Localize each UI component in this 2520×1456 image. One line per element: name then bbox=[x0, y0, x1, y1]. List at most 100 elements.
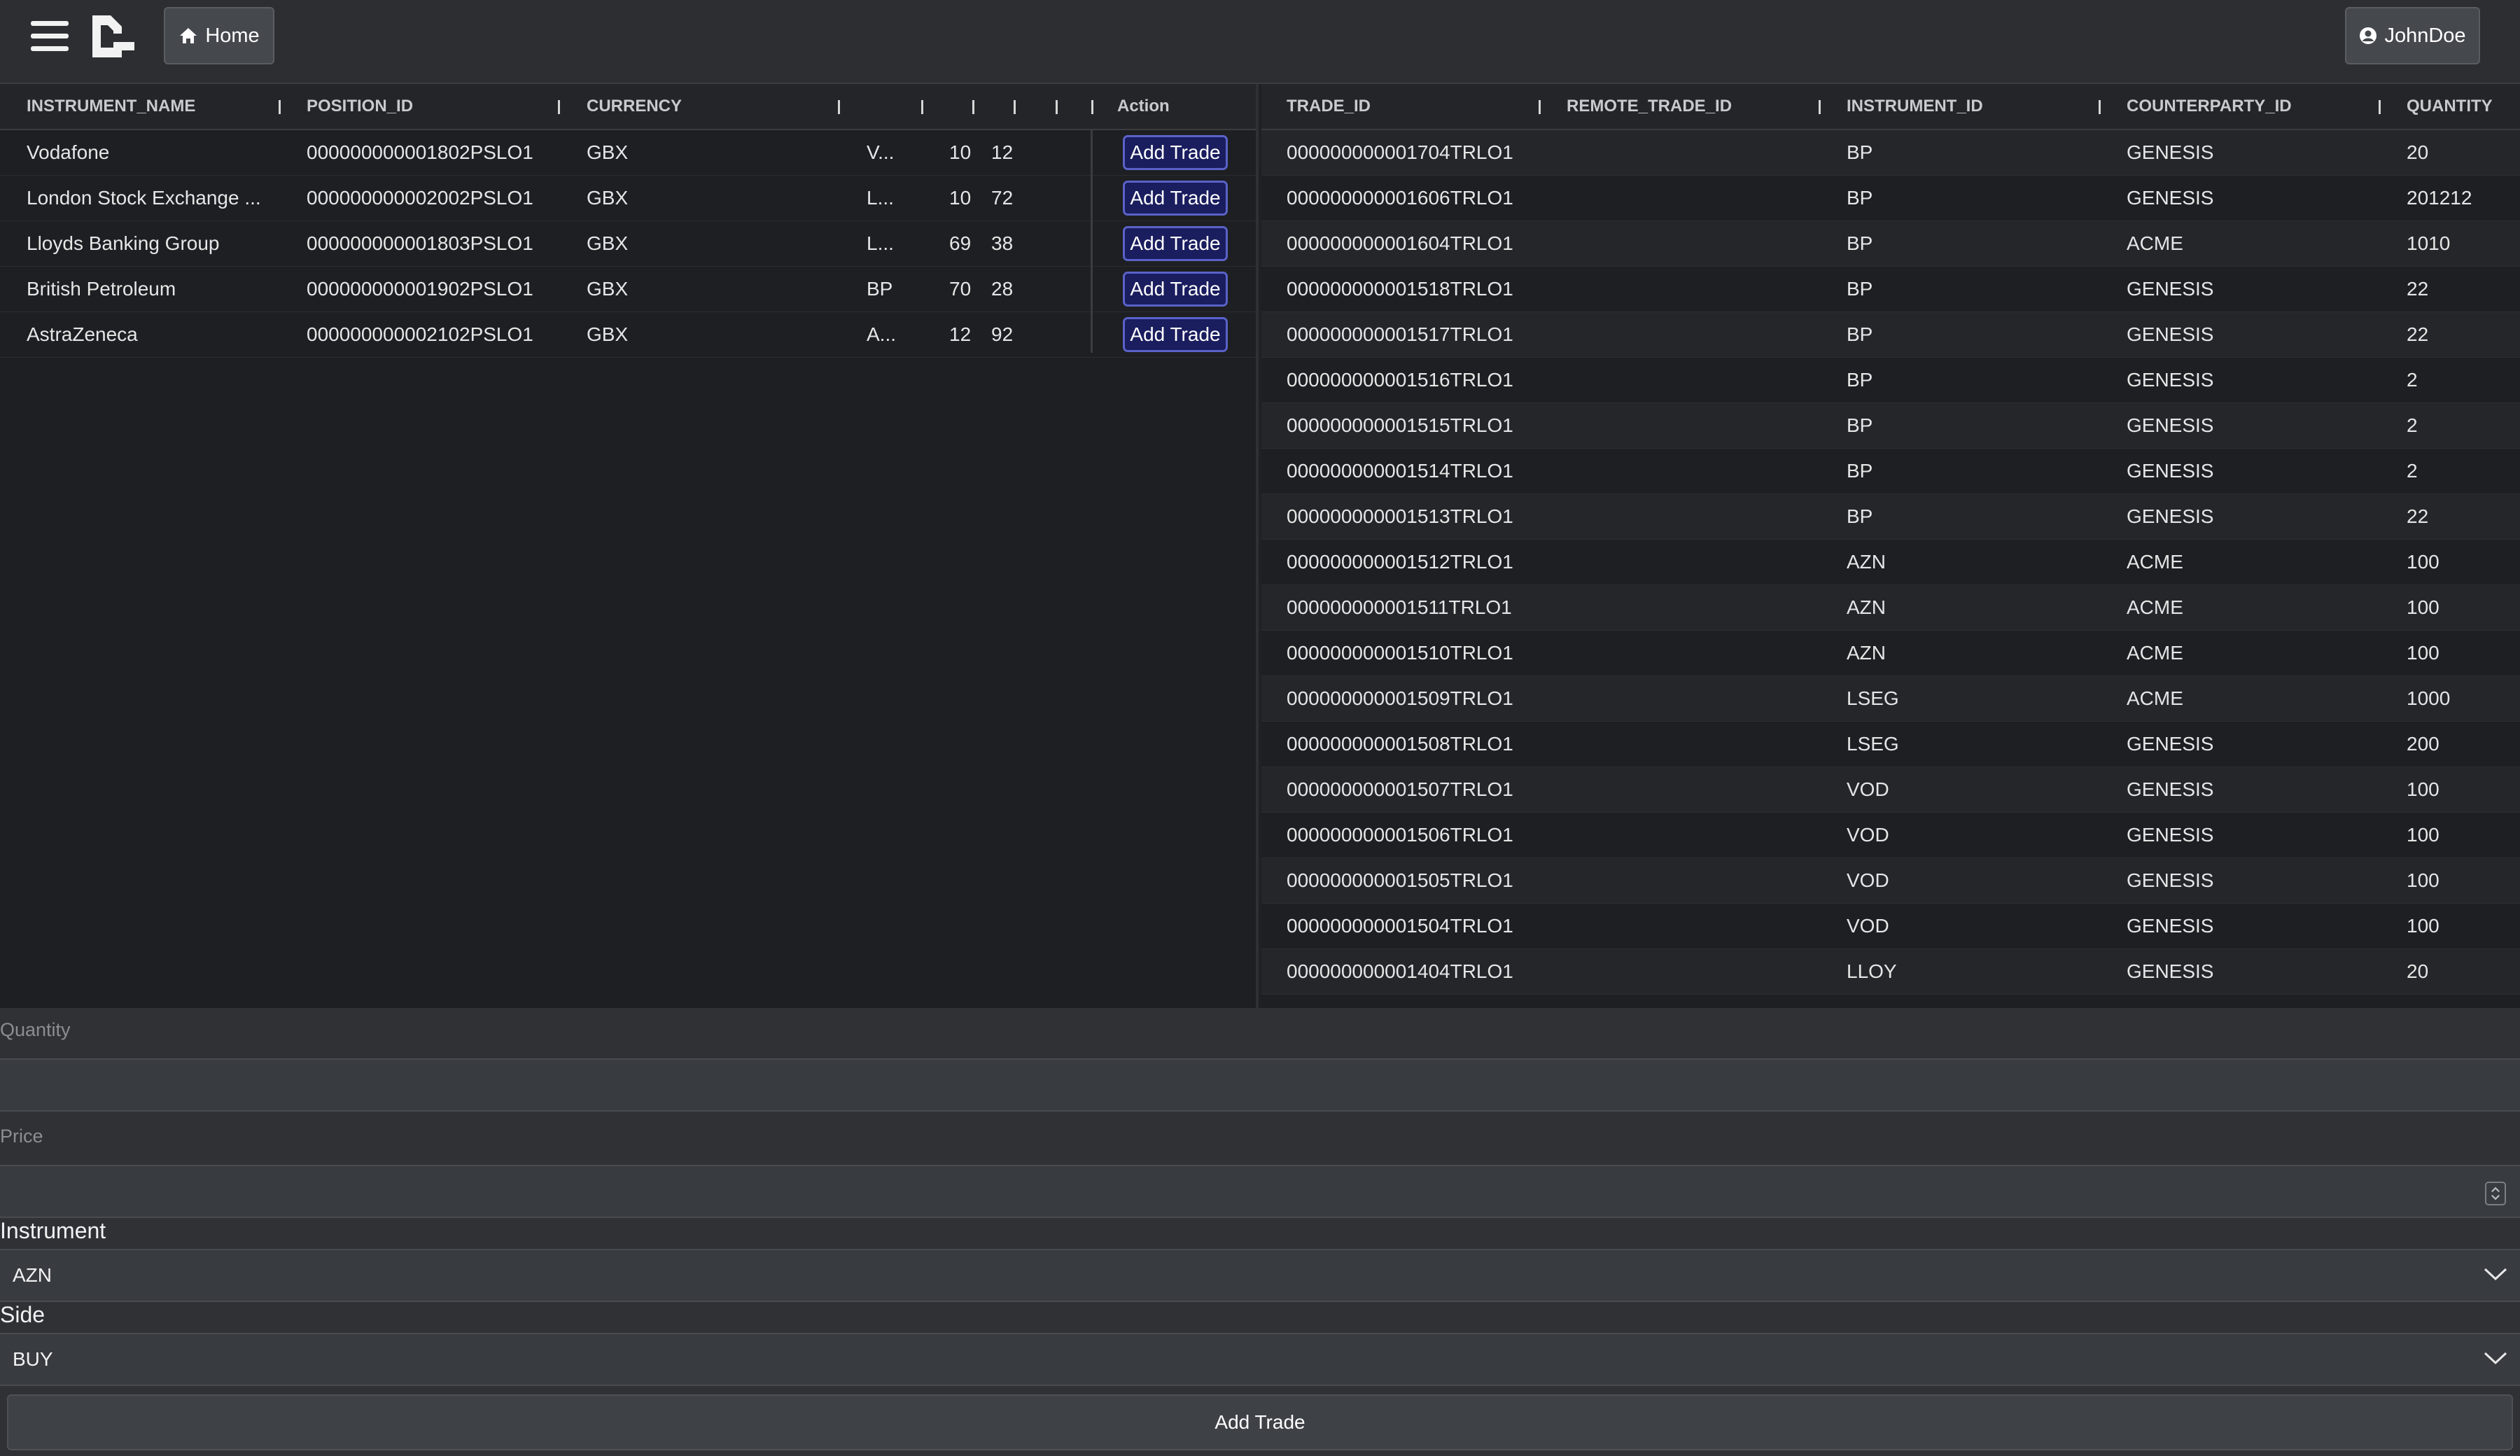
column-resize-handle[interactable] bbox=[558, 100, 560, 114]
position-col-5: 10: bbox=[949, 141, 972, 163]
column-header-5[interactable] bbox=[949, 84, 970, 129]
trade-row[interactable]: 000000000001507TRLO1 VOD GENESIS 100 bbox=[1261, 767, 2520, 813]
positions-grid-body: Vodafone 000000000001802PSLO1 GBX V... 1… bbox=[0, 130, 1256, 358]
add-trade-row-button[interactable]: Add Trade bbox=[1123, 135, 1228, 170]
column-resize-handle[interactable] bbox=[972, 100, 974, 114]
position-col-6: 28: bbox=[991, 278, 1014, 300]
genesis-logo-icon[interactable] bbox=[90, 13, 137, 60]
trade-row[interactable]: 000000000001404TRLO1 LLOY GENESIS 20 bbox=[1261, 949, 2520, 995]
trade-counterparty-id: GENESIS bbox=[2127, 915, 2214, 937]
trade-row[interactable]: 000000000001517TRLO1 BP GENESIS 22 bbox=[1261, 312, 2520, 358]
column-resize-handle[interactable] bbox=[2099, 100, 2101, 114]
add-trade-row-button[interactable]: Add Trade bbox=[1123, 181, 1228, 216]
column-header-currency[interactable]: CURRENCY bbox=[587, 84, 832, 129]
home-button[interactable]: Home bbox=[164, 7, 274, 64]
position-instrument-name: Lloyds Banking Group bbox=[27, 232, 220, 254]
column-resize-handle[interactable] bbox=[1091, 100, 1093, 114]
column-resize-handle[interactable] bbox=[2379, 100, 2381, 114]
column-resize-handle[interactable] bbox=[1014, 100, 1016, 114]
trade-row[interactable]: 000000000001513TRLO1 BP GENESIS 22 bbox=[1261, 494, 2520, 540]
trade-row[interactable]: 000000000001604TRLO1 BP ACME 1010 bbox=[1261, 221, 2520, 267]
trade-counterparty-id: GENESIS bbox=[2127, 824, 2214, 846]
column-header-counterparty-id[interactable]: COUNTERPARTY_ID bbox=[2127, 84, 2372, 129]
trade-quantity: 20 bbox=[2407, 141, 2429, 163]
position-currency: GBX bbox=[587, 232, 629, 254]
column-header-instrument-id[interactable]: INSTRUMENT_ID bbox=[1847, 84, 2092, 129]
position-row[interactable]: British Petroleum 000000000001902PSLO1 G… bbox=[0, 267, 1256, 312]
trade-row[interactable]: 000000000001704TRLO1 BP GENESIS 20 bbox=[1261, 130, 2520, 176]
trade-id: 000000000001505TRLO1 bbox=[1287, 869, 1513, 891]
trade-row[interactable]: 000000000001509TRLO1 LSEG ACME 1000 bbox=[1261, 676, 2520, 722]
add-trade-form: Quantity Price Instrument AZN Side BUY bbox=[0, 1008, 2520, 1456]
spinner-arrows-icon[interactable] bbox=[2485, 1182, 2506, 1205]
column-header-7[interactable] bbox=[1029, 84, 1050, 129]
position-id: 000000000001803PSLO1 bbox=[307, 232, 533, 254]
side-select[interactable]: BUY bbox=[0, 1333, 2520, 1386]
column-resize-handle[interactable] bbox=[921, 100, 923, 114]
instrument-label: Instrument bbox=[0, 1218, 106, 1243]
column-header-remote-trade-id[interactable]: REMOTE_TRADE_ID bbox=[1567, 84, 1812, 129]
trade-row[interactable]: 000000000001504TRLO1 VOD GENESIS 100 bbox=[1261, 904, 2520, 949]
column-resize-handle[interactable] bbox=[1539, 100, 1541, 114]
positions-grid-header: INSTRUMENT_NAME POSITION_ID CURRENCY Act… bbox=[0, 84, 1256, 130]
trade-id: 000000000001509TRLO1 bbox=[1287, 687, 1513, 709]
column-header-6[interactable] bbox=[991, 84, 1012, 129]
position-row[interactable]: Lloyds Banking Group 000000000001803PSLO… bbox=[0, 221, 1256, 267]
column-header-trade-id[interactable]: TRADE_ID bbox=[1287, 84, 1532, 129]
trade-id: 000000000001514TRLO1 bbox=[1287, 460, 1513, 482]
instrument-select[interactable]: AZN bbox=[0, 1249, 2520, 1302]
trade-counterparty-id: GENESIS bbox=[2127, 187, 2214, 209]
chevron-down-icon bbox=[2484, 1268, 2507, 1281]
position-row[interactable]: AstraZeneca 000000000002102PSLO1 GBX A..… bbox=[0, 312, 1256, 358]
position-row[interactable]: Vodafone 000000000001802PSLO1 GBX V... 1… bbox=[0, 130, 1256, 176]
trade-row[interactable]: 000000000001510TRLO1 AZN ACME 100 bbox=[1261, 631, 2520, 676]
position-row[interactable]: London Stock Exchange ... 00000000000200… bbox=[0, 176, 1256, 221]
column-header-quantity[interactable]: QUANTITY bbox=[2407, 84, 2519, 129]
trade-row[interactable]: 000000000001508TRLO1 LSEG GENESIS 200 bbox=[1261, 722, 2520, 767]
trade-row[interactable]: 000000000001516TRLO1 BP GENESIS 2 bbox=[1261, 358, 2520, 403]
add-trade-row-button[interactable]: Add Trade bbox=[1123, 226, 1228, 261]
add-trade-submit-button[interactable]: Add Trade bbox=[7, 1394, 2513, 1450]
hamburger-menu-icon[interactable] bbox=[31, 21, 69, 52]
quantity-field[interactable] bbox=[0, 1058, 2520, 1112]
price-field[interactable] bbox=[0, 1165, 2520, 1218]
add-trade-row-button[interactable]: Add Trade bbox=[1123, 317, 1228, 352]
column-header-position-id[interactable]: POSITION_ID bbox=[307, 84, 552, 129]
remote-trade-id bbox=[1567, 904, 1819, 948]
remote-trade-id bbox=[1567, 312, 1819, 357]
column-resize-handle[interactable] bbox=[1056, 100, 1058, 114]
trade-row[interactable]: 000000000001606TRLO1 BP GENESIS 201212 bbox=[1261, 176, 2520, 221]
trade-row[interactable]: 000000000001518TRLO1 BP GENESIS 22 bbox=[1261, 267, 2520, 312]
column-header-4[interactable] bbox=[867, 84, 916, 129]
column-resize-handle[interactable] bbox=[1819, 100, 1821, 114]
trade-quantity: 100 bbox=[2407, 824, 2440, 846]
positions-grid: INSTRUMENT_NAME POSITION_ID CURRENCY Act… bbox=[0, 84, 1259, 1008]
column-header-action[interactable]: Action bbox=[1117, 84, 1243, 129]
trade-row[interactable]: 000000000001506TRLO1 VOD GENESIS 100 bbox=[1261, 813, 2520, 858]
remote-trade-id bbox=[1567, 267, 1819, 312]
trade-counterparty-id: GENESIS bbox=[2127, 733, 2214, 755]
position-col-5: 12: bbox=[949, 323, 972, 345]
column-header-8[interactable] bbox=[1067, 84, 1081, 129]
position-col-4: L... bbox=[867, 232, 894, 254]
trade-row[interactable]: 000000000001505TRLO1 VOD GENESIS 100 bbox=[1261, 858, 2520, 904]
trade-row[interactable]: 000000000001514TRLO1 BP GENESIS 2 bbox=[1261, 449, 2520, 494]
column-header-instrument-name[interactable]: INSTRUMENT_NAME bbox=[27, 84, 272, 129]
remote-trade-id bbox=[1567, 494, 1819, 539]
trade-id: 000000000001508TRLO1 bbox=[1287, 733, 1513, 755]
column-resize-handle[interactable] bbox=[279, 100, 281, 114]
trade-row[interactable]: 000000000001511TRLO1 AZN ACME 100 bbox=[1261, 585, 2520, 631]
trade-counterparty-id: GENESIS bbox=[2127, 995, 2379, 1008]
trade-quantity: 1010 bbox=[2407, 232, 2451, 254]
trade-row[interactable]: 000000000001303TRLO1 VOD GENESIS 1 bbox=[1261, 995, 2520, 1008]
trade-row[interactable]: 000000000001515TRLO1 BP GENESIS 2 bbox=[1261, 403, 2520, 449]
column-resize-handle[interactable] bbox=[838, 100, 840, 114]
remote-trade-id bbox=[1567, 403, 1819, 448]
side-selected-value: BUY bbox=[13, 1348, 53, 1370]
user-menu-button[interactable]: JohnDoe bbox=[2345, 7, 2480, 64]
trade-row[interactable]: 000000000001512TRLO1 AZN ACME 100 bbox=[1261, 540, 2520, 585]
trade-quantity: 22 bbox=[2407, 505, 2429, 527]
add-trade-row-button[interactable]: Add Trade bbox=[1123, 272, 1228, 307]
trade-instrument-id: VOD bbox=[1847, 869, 1889, 891]
remote-trade-id bbox=[1567, 631, 1819, 676]
